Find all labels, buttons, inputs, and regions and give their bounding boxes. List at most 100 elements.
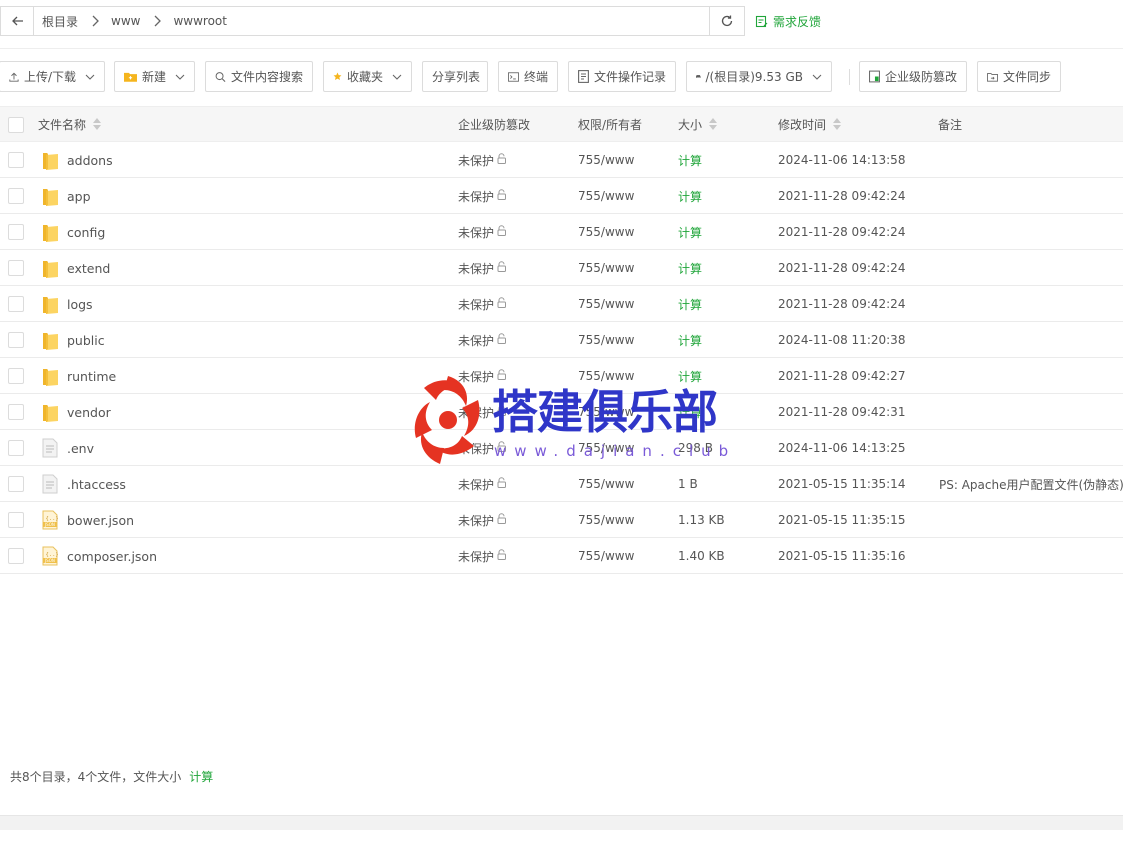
table-row[interactable]: logs 未保护 755/www 计算 2021-11-28 09:42:24 — [0, 286, 1123, 322]
row-checkbox[interactable] — [8, 188, 24, 204]
content-search-button[interactable]: 文件内容搜索 — [205, 61, 313, 92]
row-checkbox[interactable] — [8, 548, 24, 564]
row-checkbox[interactable] — [8, 224, 24, 240]
permission-owner[interactable]: 755/www — [578, 142, 634, 178]
terminal-button[interactable]: 终端 — [498, 61, 558, 92]
table-row[interactable]: .env 未保护 755/www 298 B 2024-11-06 14:13:25 — [0, 430, 1123, 466]
disk-select-button[interactable]: /(根目录)9.53 GB — [686, 61, 832, 92]
row-checkbox[interactable] — [8, 296, 24, 312]
table-row[interactable]: vendor 未保护 755/www 计算 2021-11-28 09:42:31 — [0, 394, 1123, 430]
protect-status[interactable]: 未保护 — [458, 214, 507, 250]
file-name[interactable]: bower.json — [67, 502, 134, 538]
file-name[interactable]: .htaccess — [67, 466, 126, 502]
protect-status[interactable]: 未保护 — [458, 178, 507, 214]
file-size[interactable]: 计算 — [678, 250, 702, 286]
protect-status[interactable]: 未保护 — [458, 538, 507, 574]
protect-status[interactable]: 未保护 — [458, 502, 507, 538]
table-row[interactable]: .htaccess 未保护 755/www 1 B 2021-05-15 11:35:1… — [0, 466, 1123, 502]
file-size[interactable]: 计算 — [678, 358, 702, 394]
breadcrumb-root[interactable]: 根目录 — [42, 13, 78, 30]
file-name[interactable]: public — [67, 322, 105, 358]
row-checkbox[interactable] — [8, 368, 24, 384]
protect-status[interactable]: 未保护 — [458, 250, 507, 286]
upload-icon — [9, 72, 19, 82]
row-checkbox[interactable] — [8, 332, 24, 348]
permission-owner[interactable]: 755/www — [578, 214, 634, 250]
file-name[interactable]: config — [67, 214, 105, 250]
file-name[interactable]: app — [67, 178, 91, 214]
permission-owner[interactable]: 755/www — [578, 250, 634, 286]
permission-owner[interactable]: 755/www — [578, 502, 634, 538]
column-name[interactable]: 文件名称 — [38, 107, 102, 141]
footer-summary: 共8个目录，4个文件，文件大小 计算 — [10, 768, 213, 785]
table-row[interactable]: config 未保护 755/www 计算 2021-11-28 09:42:24 — [0, 214, 1123, 250]
tamper-icon — [869, 70, 880, 83]
table-row[interactable]: public 未保护 755/www 计算 2024-11-08 11:20:38 — [0, 322, 1123, 358]
operation-log-button[interactable]: 文件操作记录 — [568, 61, 676, 92]
upload-download-button[interactable]: 上传/下载 — [0, 61, 105, 92]
row-checkbox[interactable] — [8, 476, 24, 492]
file-note[interactable]: PS: Apache用户配置文件(伪静态) — [939, 466, 1123, 502]
column-size[interactable]: 大小 — [678, 107, 718, 141]
protect-status[interactable]: 未保护 — [458, 358, 507, 394]
horizontal-scrollbar[interactable] — [0, 815, 1123, 830]
file-size[interactable]: 计算 — [678, 286, 702, 322]
select-all-checkbox[interactable] — [8, 117, 24, 133]
file-size[interactable]: 计算 — [678, 178, 702, 214]
favorites-button[interactable]: 收藏夹 — [323, 61, 412, 92]
protect-status[interactable]: 未保护 — [458, 286, 507, 322]
permission-owner[interactable]: 755/www — [578, 430, 634, 466]
protect-status-text: 未保护 — [458, 405, 495, 420]
share-list-button[interactable]: 分享列表 — [422, 61, 488, 92]
row-checkbox[interactable] — [8, 260, 24, 276]
file-name[interactable]: .env — [67, 430, 94, 466]
table-row[interactable]: {..} JSON composer.json 未保护 755/www 1.40 KB 20… — [0, 538, 1123, 574]
table-row[interactable]: addons 未保护 755/www 计算 2024-11-06 14:13:58 — [0, 142, 1123, 178]
protect-status-text: 未保护 — [458, 225, 495, 240]
file-name[interactable]: runtime — [67, 358, 116, 394]
new-button[interactable]: 新建 — [114, 61, 195, 92]
breadcrumb-www[interactable]: www — [111, 14, 140, 28]
file-name[interactable]: addons — [67, 142, 113, 178]
protect-status[interactable]: 未保护 — [458, 466, 507, 502]
protect-status[interactable]: 未保护 — [458, 142, 507, 178]
file-sync-button[interactable]: 文件同步 — [977, 61, 1061, 92]
tamper-proof-button[interactable]: 企业级防篡改 — [859, 61, 967, 92]
permission-owner[interactable]: 755/www — [578, 394, 634, 430]
file-name[interactable]: logs — [67, 286, 93, 322]
file-name[interactable]: extend — [67, 250, 110, 286]
file-name[interactable]: composer.json — [67, 538, 157, 574]
file-name[interactable]: vendor — [67, 394, 111, 430]
protect-status[interactable]: 未保护 — [458, 322, 507, 358]
file-size[interactable]: 计算 — [678, 322, 702, 358]
row-checkbox[interactable] — [8, 440, 24, 456]
footer-calc-link[interactable]: 计算 — [189, 768, 213, 785]
file-size[interactable]: 计算 — [678, 394, 702, 430]
table-row[interactable]: runtime 未保护 755/www 计算 2021-11-28 09:42:27 — [0, 358, 1123, 394]
breadcrumb[interactable]: 根目录 www wwwroot — [33, 6, 710, 36]
permission-owner[interactable]: 755/www — [578, 322, 634, 358]
protect-status[interactable]: 未保护 — [458, 394, 507, 430]
permission-owner[interactable]: 755/www — [578, 358, 634, 394]
feedback-link[interactable]: 需求反馈 — [755, 6, 821, 36]
row-checkbox[interactable] — [8, 404, 24, 420]
back-button[interactable] — [0, 6, 34, 36]
breadcrumb-wwwroot[interactable]: wwwroot — [173, 14, 227, 28]
refresh-button[interactable] — [709, 6, 745, 36]
table-row[interactable]: extend 未保护 755/www 计算 2021-11-28 09:42:24 — [0, 250, 1123, 286]
permission-owner[interactable]: 755/www — [578, 538, 634, 574]
column-mtime[interactable]: 修改时间 — [778, 107, 842, 141]
file-size[interactable]: 计算 — [678, 142, 702, 178]
row-checkbox[interactable] — [8, 152, 24, 168]
file-size[interactable]: 计算 — [678, 214, 702, 250]
protect-status[interactable]: 未保护 — [458, 430, 507, 466]
table-row[interactable]: app 未保护 755/www 计算 2021-11-28 09:42:24 — [0, 178, 1123, 214]
permission-owner[interactable]: 755/www — [578, 178, 634, 214]
modified-time: 2021-11-28 09:42:24 — [778, 225, 906, 239]
permission-owner[interactable]: 755/www — [578, 286, 634, 322]
permission-owner[interactable]: 755/www — [578, 466, 634, 502]
favorites-label: 收藏夹 — [346, 70, 383, 84]
modified-time: 2021-05-15 11:35:16 — [778, 549, 906, 563]
row-checkbox[interactable] — [8, 512, 24, 528]
table-row[interactable]: {..} JSON bower.json 未保护 755/www 1.13 KB 2021-… — [0, 502, 1123, 538]
